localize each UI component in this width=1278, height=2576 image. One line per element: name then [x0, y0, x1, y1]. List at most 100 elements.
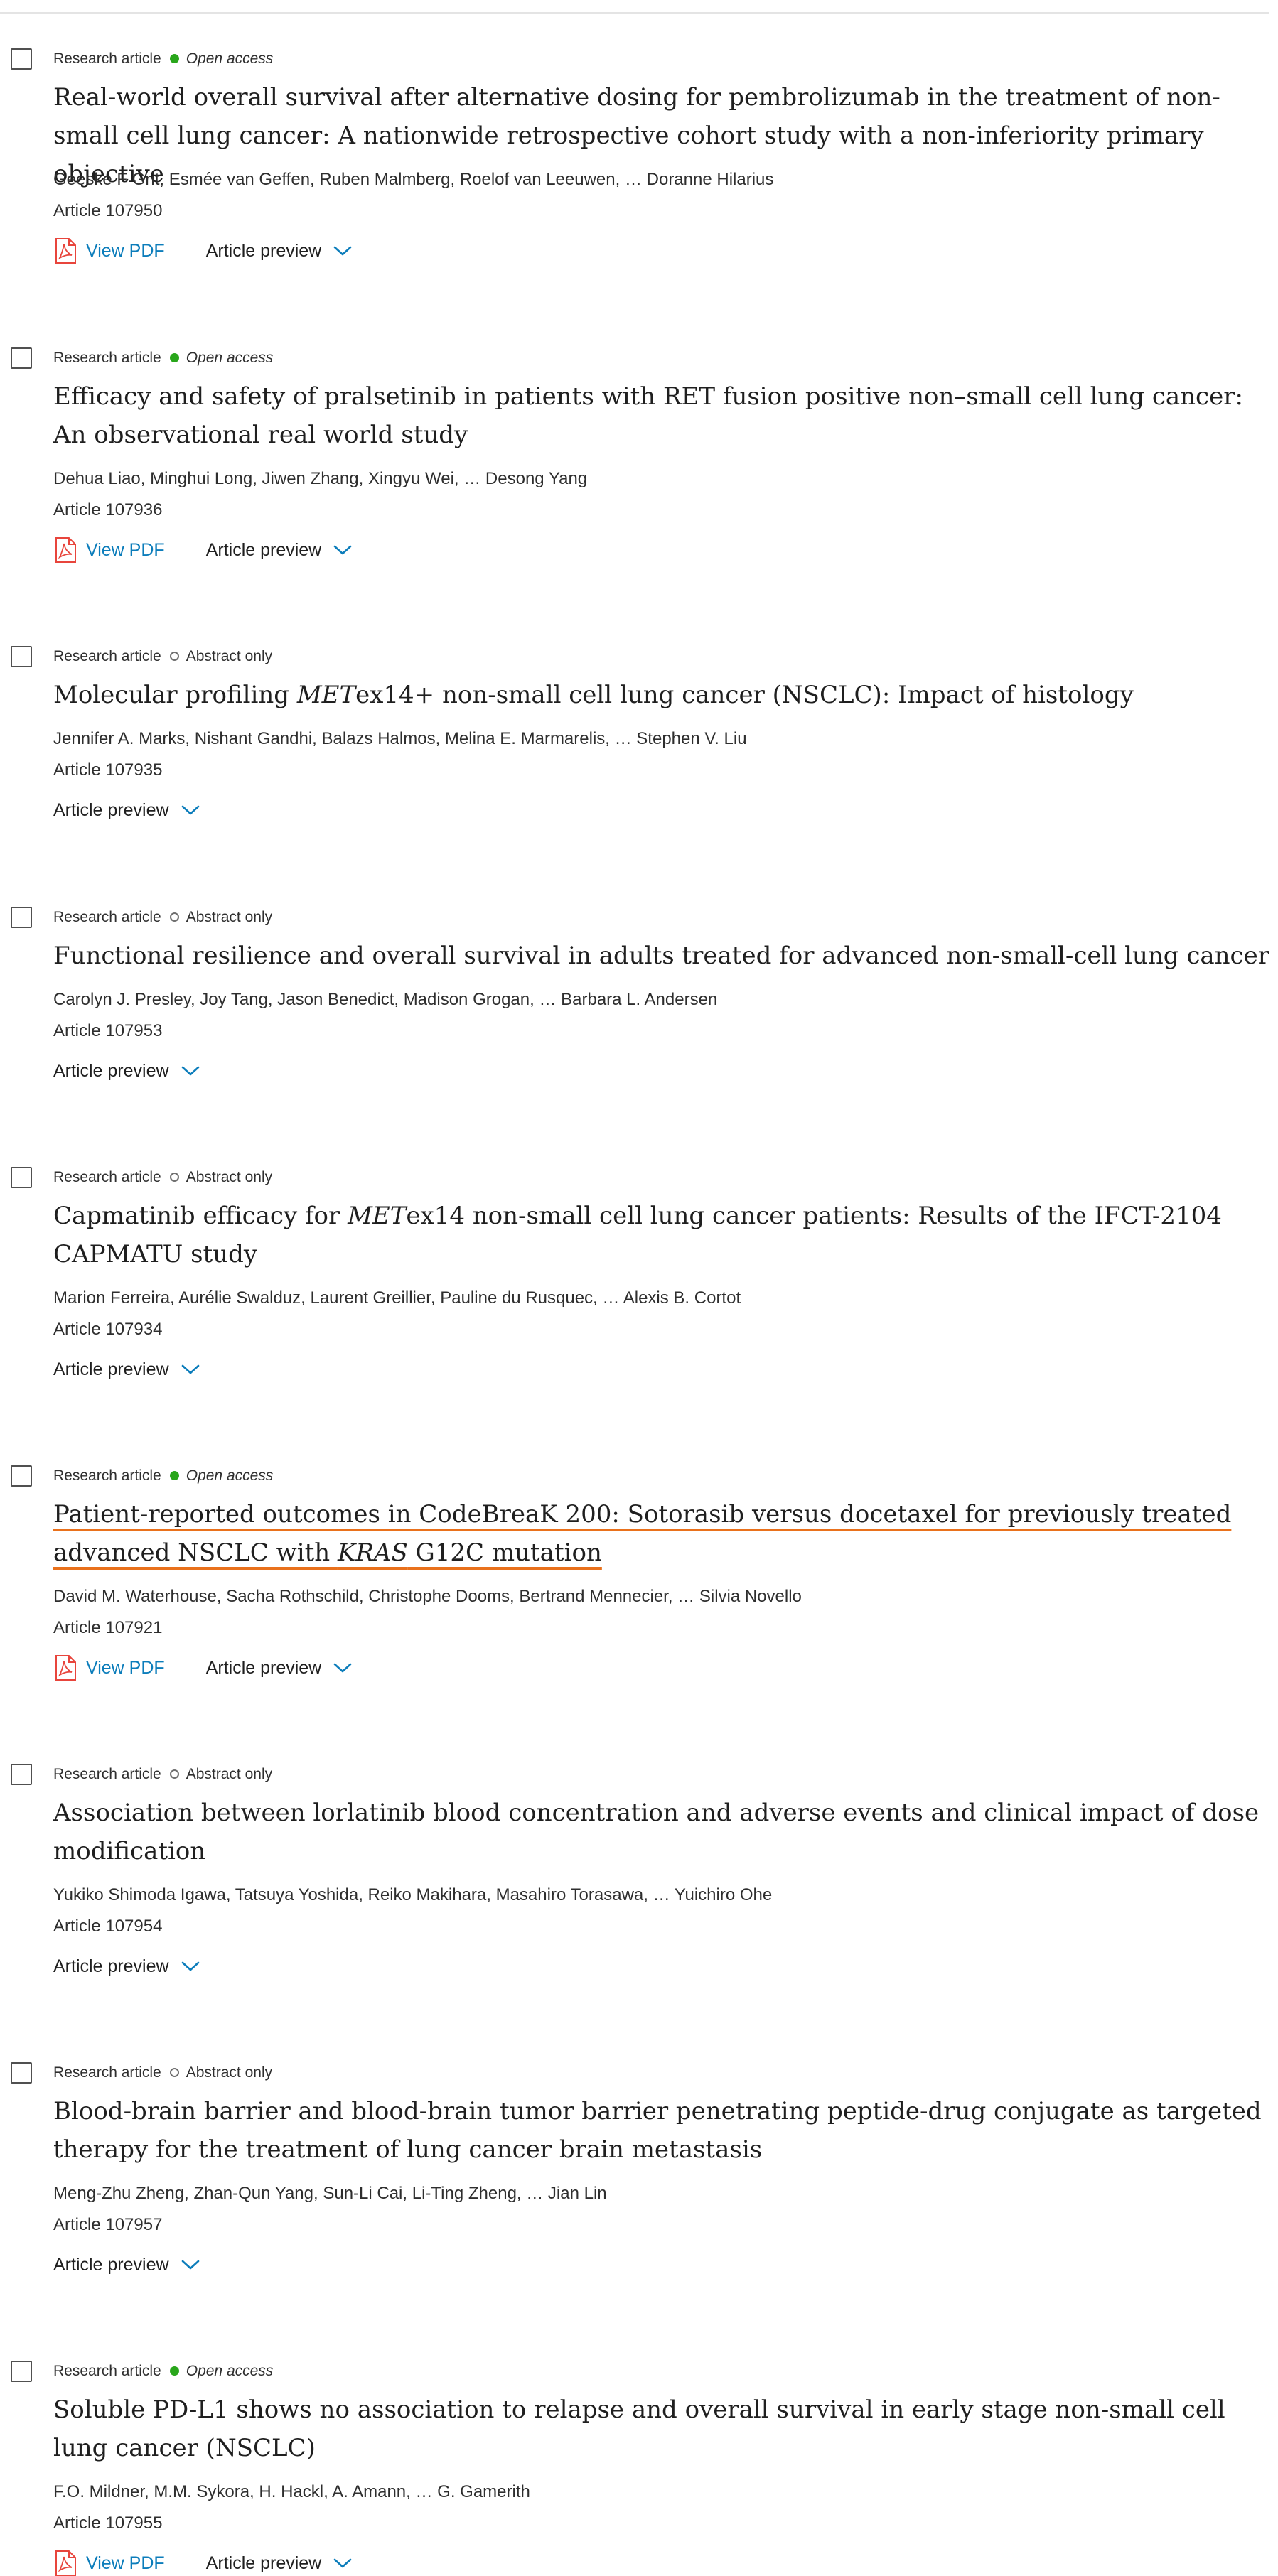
chevron-down-icon — [333, 545, 352, 555]
article-preview-button[interactable]: Article preview — [53, 798, 200, 822]
select-article-checkbox[interactable] — [11, 646, 32, 667]
article-authors: David M. Waterhouse, Sacha Rothschild, C… — [53, 1587, 802, 1606]
article-meta: Research article Abstract only — [53, 908, 272, 927]
article-title: Soluble PD-L1 shows no association to re… — [53, 2391, 1273, 2467]
access-status-label: Abstract only — [186, 2064, 273, 2081]
select-article-checkbox[interactable] — [11, 347, 32, 369]
article-meta: Research article Abstract only — [53, 1765, 272, 1784]
article-number: Article 107934 — [53, 1320, 163, 1339]
article-type-label: Research article — [53, 648, 161, 664]
view-pdf-link[interactable]: View PDF — [53, 2550, 165, 2576]
article-number: Article 107921 — [53, 1618, 163, 1637]
view-pdf-link[interactable]: View PDF — [53, 1655, 165, 1681]
article-number: Article 107954 — [53, 1917, 163, 1936]
article-title-link[interactable]: Efficacy and safety of pralsetinib in pa… — [53, 382, 1243, 449]
select-article-checkbox[interactable] — [11, 1465, 32, 1487]
select-article-checkbox[interactable] — [11, 907, 32, 928]
article-authors: F.O. Mildner, M.M. Sykora, H. Hackl, A. … — [53, 2482, 530, 2501]
article-type-label: Research article — [53, 350, 161, 366]
select-article-checkbox[interactable] — [11, 2361, 32, 2382]
view-pdf-label: View PDF — [86, 241, 165, 261]
article-meta: Research article Open access — [53, 50, 273, 68]
article-title-link[interactable]: Association between lorlatinib blood con… — [53, 1799, 1259, 1865]
article-title-link[interactable]: Capmatinib efficacy for METex14 non-smal… — [53, 1202, 1222, 1268]
article-number: Article 107950 — [53, 201, 163, 220]
chevron-down-icon — [181, 1364, 199, 1374]
article-type-label: Research article — [53, 50, 161, 67]
article-type-label: Research article — [53, 2064, 161, 2081]
article-number: Article 107957 — [53, 2215, 163, 2234]
article-meta: Research article Open access — [53, 349, 273, 367]
article-number: Article 107953 — [53, 1021, 163, 1040]
article-title-link[interactable]: Molecular profiling METex14+ non-small c… — [53, 681, 1134, 709]
article-actions: Article preview — [53, 1357, 200, 1381]
article-type-label: Research article — [53, 1467, 161, 1484]
article-preview-label: Article preview — [53, 800, 169, 820]
article-authors: Geeske F Grit, Esmée van Geffen, Ruben M… — [53, 170, 774, 189]
article-meta: Research article Abstract only — [53, 2064, 272, 2082]
article-actions: Article preview — [53, 2253, 200, 2277]
select-article-checkbox[interactable] — [11, 48, 32, 70]
article-preview-button[interactable]: Article preview — [53, 2253, 200, 2277]
article-authors: Marion Ferreira, Aurélie Swalduz, Lauren… — [53, 1288, 741, 1308]
article-actions: View PDF Article preview — [53, 1655, 353, 1681]
view-pdf-label: View PDF — [86, 2553, 165, 2573]
select-article-checkbox[interactable] — [11, 1167, 32, 1188]
access-status-label: Abstract only — [186, 909, 273, 925]
article-actions: View PDF Article preview — [53, 2550, 353, 2576]
article-actions: Article preview — [53, 1059, 200, 1083]
article-actions: View PDF Article preview — [53, 238, 353, 264]
article-title: Blood-brain barrier and blood-brain tumo… — [53, 2092, 1273, 2169]
article-title-link[interactable]: Functional resilience and overall surviv… — [53, 942, 1269, 970]
article-authors: Yukiko Shimoda Igawa, Tatsuya Yoshida, R… — [53, 1885, 773, 1904]
green-dot-icon — [169, 353, 179, 362]
article-preview-button[interactable]: Article preview — [206, 1656, 353, 1680]
article-preview-label: Article preview — [53, 1956, 169, 1976]
select-article-checkbox[interactable] — [11, 2062, 32, 2084]
article-type-label: Research article — [53, 1766, 161, 1782]
pdf-file-icon — [55, 2550, 76, 2576]
article-authors: Dehua Liao, Minghui Long, Jiwen Zhang, X… — [53, 469, 588, 488]
article-preview-button[interactable]: Article preview — [206, 538, 353, 562]
hollow-circle-icon — [169, 2068, 179, 2077]
chevron-down-icon — [181, 1066, 199, 1076]
article-actions: Article preview — [53, 1954, 200, 1978]
chevron-down-icon — [181, 805, 199, 815]
chevron-down-icon — [333, 1663, 352, 1673]
article-title: Patient-reported outcomes in CodeBreaK 2… — [53, 1495, 1273, 1572]
chevron-down-icon — [333, 246, 352, 256]
access-status-label: Open access — [186, 50, 274, 67]
article-title: Molecular profiling METex14+ non-small c… — [53, 676, 1273, 714]
article-title-link[interactable]: Patient-reported outcomes in CodeBreaK 2… — [53, 1500, 1231, 1567]
hollow-circle-icon — [169, 912, 179, 922]
article-preview-button[interactable]: Article preview — [53, 1954, 200, 1978]
access-status-label: Open access — [186, 1467, 274, 1484]
chevron-down-icon — [181, 2260, 199, 2270]
article-number: Article 107955 — [53, 2513, 163, 2533]
article-title-link[interactable]: Blood-brain barrier and blood-brain tumo… — [53, 2097, 1262, 2164]
article-preview-label: Article preview — [205, 241, 322, 261]
view-pdf-link[interactable]: View PDF — [53, 537, 165, 563]
article-authors: Carolyn J. Presley, Joy Tang, Jason Bene… — [53, 990, 718, 1009]
view-pdf-link[interactable]: View PDF — [53, 238, 165, 264]
article-type-label: Research article — [53, 2363, 161, 2379]
pdf-file-icon — [55, 537, 76, 563]
article-preview-button[interactable]: Article preview — [53, 1357, 200, 1381]
article-preview-button[interactable]: Article preview — [206, 239, 353, 263]
article-type-label: Research article — [53, 1169, 161, 1185]
article-preview-button[interactable]: Article preview — [53, 1059, 200, 1083]
select-article-checkbox[interactable] — [11, 1764, 32, 1785]
article-number: Article 107936 — [53, 500, 163, 519]
article-title-link[interactable]: Soluble PD-L1 shows no association to re… — [53, 2396, 1225, 2462]
access-status-label: Open access — [186, 350, 274, 366]
hollow-circle-icon — [169, 652, 179, 661]
article-preview-label: Article preview — [205, 540, 322, 560]
article-authors: Jennifer A. Marks, Nishant Gandhi, Balaz… — [53, 729, 747, 748]
access-status-label: Abstract only — [186, 648, 273, 664]
article-meta: Research article Abstract only — [53, 1168, 272, 1187]
view-pdf-label: View PDF — [86, 1658, 165, 1678]
pdf-file-icon — [55, 1655, 76, 1681]
access-status-label: Abstract only — [186, 1169, 273, 1185]
chevron-down-icon — [181, 1961, 199, 1971]
article-preview-button[interactable]: Article preview — [206, 2551, 353, 2575]
